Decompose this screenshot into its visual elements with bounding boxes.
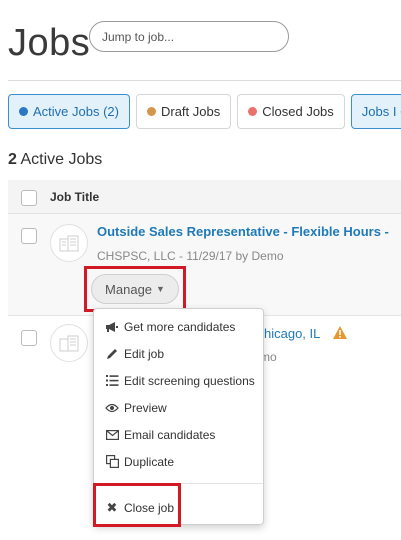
menu-item-label: Edit screening questions [124,373,255,388]
manage-button-label: Manage [105,281,153,297]
select-all-checkbox[interactable] [21,190,37,206]
tab-closed-jobs[interactable]: Closed Jobs [237,94,345,129]
menu-item-label: Get more candidates [124,319,236,334]
active-count-number: 2 [8,151,17,168]
pencil-icon [105,347,119,361]
copy-icon [105,455,119,469]
page-title: Jobs [8,22,91,64]
job-status-tabs: Active Jobs (2) Draft Jobs Closed Jobs J… [8,94,401,129]
chevron-down-icon: ▼ [156,284,165,294]
table-row: Outside Sales Representative - Flexible … [8,214,401,316]
tab-active-jobs[interactable]: Active Jobs (2) [8,94,130,129]
company-logo-icon [50,224,88,262]
header-divider [8,80,401,81]
draft-dot-icon [146,107,156,116]
menu-item-close-job[interactable]: ✖ Close job [94,494,263,521]
envelope-icon [105,428,119,442]
tab-draft-jobs[interactable]: Draft Jobs [135,94,232,129]
eye-icon [105,401,119,415]
menu-item-edit-job[interactable]: Edit job [94,340,263,367]
job-title-column-header: Job Title [50,190,100,204]
menu-item-edit-screening-questions[interactable]: Edit screening questions [94,367,263,394]
tab-my-jobs-label: Jobs I C [361,104,401,119]
warning-icon [333,326,347,339]
menu-item-label: Email candidates [124,427,216,442]
menu-item-label: Edit job [124,346,165,361]
menu-divider [94,483,263,484]
closed-dot-icon [248,107,258,116]
company-logo-icon [50,324,88,362]
jump-to-job-input[interactable] [89,21,289,52]
menu-item-email-candidates[interactable]: Email candidates [94,421,263,448]
menu-item-label: Close job [124,500,175,515]
menu-item-label: Duplicate [124,454,175,469]
manage-button[interactable]: Manage ▼ [91,274,179,304]
tab-draft-jobs-label: Draft Jobs [160,104,221,119]
manage-dropdown-menu: Get more candidates Edit job Edit screen… [93,308,264,525]
tab-my-jobs[interactable]: Jobs I C [350,94,401,129]
list-icon [105,374,119,388]
menu-item-get-more-candidates[interactable]: Get more candidates [94,313,263,340]
megaphone-icon [105,320,119,334]
job-title-link[interactable]: Outside Sales Representative - Flexible … [97,224,389,239]
menu-item-preview[interactable]: Preview [94,394,263,421]
row-checkbox[interactable] [21,330,37,346]
row-checkbox[interactable] [21,228,37,244]
job-meta: CHSPSC, LLC - 11/29/17 by Demo [97,249,284,263]
menu-item-label: Preview [124,400,167,415]
menu-item-duplicate[interactable]: Duplicate [94,448,263,475]
active-jobs-count: 2 Active Jobs [8,151,102,169]
close-icon: ✖ [106,499,118,515]
tab-active-jobs-label: Active Jobs (2) [33,104,119,119]
job-title-link[interactable]: hicago, IL [264,326,320,341]
tab-closed-jobs-label: Closed Jobs [262,104,334,119]
active-count-label: Active Jobs [20,151,103,168]
table-header: Job Title [8,180,401,214]
active-dot-icon [19,107,28,116]
